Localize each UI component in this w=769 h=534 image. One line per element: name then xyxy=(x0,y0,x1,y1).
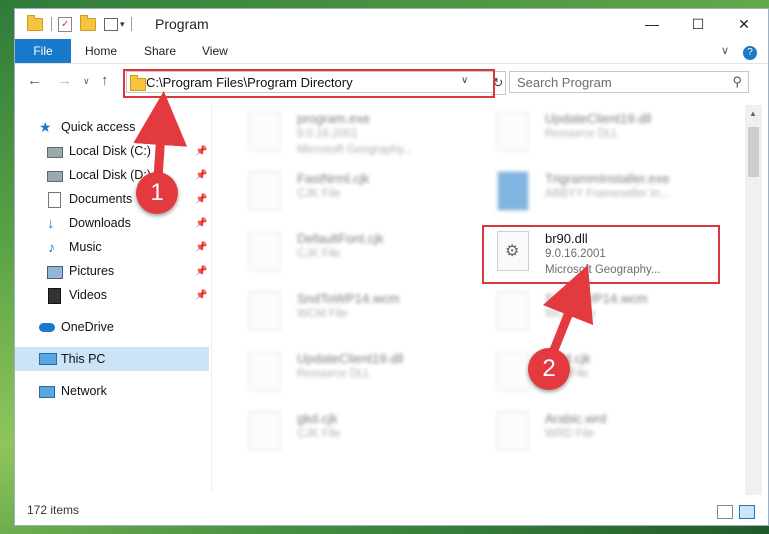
arrow-to-address-bar xyxy=(133,91,188,179)
step-badge-1: 1 xyxy=(136,172,178,214)
step-badge-2: 2 xyxy=(528,348,570,390)
annotation-arrows xyxy=(133,91,594,362)
